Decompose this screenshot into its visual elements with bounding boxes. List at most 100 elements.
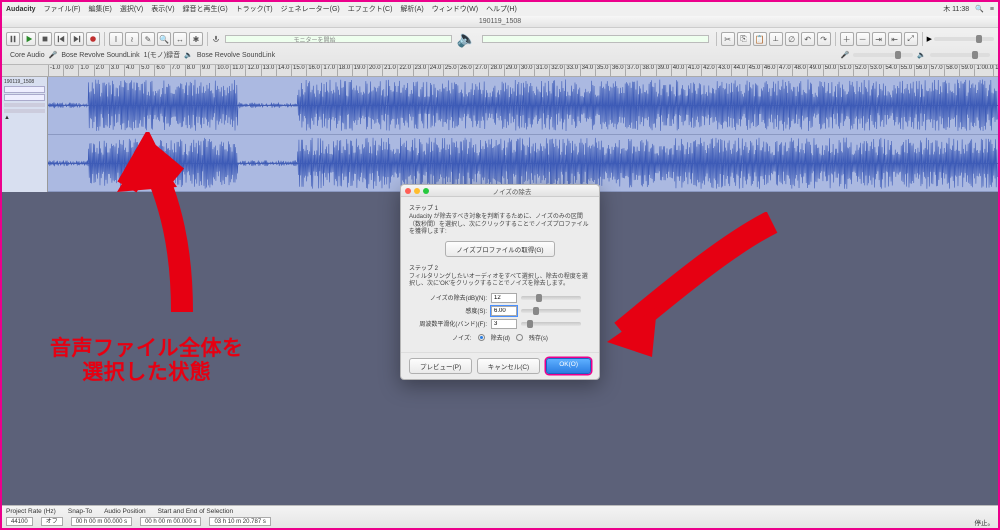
- minimize-icon[interactable]: [414, 188, 420, 194]
- timeline-ruler[interactable]: -1.00.01.02.03.04.05.06.07.08.09.010.011…: [2, 65, 998, 77]
- fit-project-icon[interactable]: ⇤: [888, 32, 902, 46]
- radio-reduce-label: 除去(d): [491, 333, 510, 342]
- audio-position-field[interactable]: 00 h 00 m 00.000 s: [71, 517, 132, 526]
- spotlight-icon[interactable]: 🔍: [975, 5, 984, 13]
- track-control-panel[interactable]: 190119_1508 ▲: [2, 77, 48, 192]
- mic-level-icon: 🎤: [841, 51, 850, 59]
- annotation-arrow-right: [602, 212, 782, 362]
- menu-generate[interactable]: ジェネレーター(G): [281, 4, 340, 14]
- traffic-lights[interactable]: [405, 188, 429, 194]
- transport-state: 停止。: [975, 517, 995, 527]
- close-icon[interactable]: [405, 188, 411, 194]
- collapse-icon[interactable]: ▲: [4, 115, 45, 121]
- copy-icon[interactable]: ⎘: [737, 32, 751, 46]
- record-button[interactable]: [86, 32, 100, 46]
- cancel-button[interactable]: キャンセル(C): [477, 358, 541, 374]
- audio-host-select[interactable]: Core Audio: [10, 52, 45, 59]
- menu-view[interactable]: 表示(V): [151, 4, 174, 14]
- menu-window[interactable]: ウィンドウ(W): [432, 4, 478, 14]
- menu-file[interactable]: ファイル(F): [44, 4, 81, 14]
- play-speed-slider[interactable]: [934, 37, 994, 41]
- smoothing-slider[interactable]: [521, 322, 581, 326]
- zoom-toggle-icon[interactable]: ⤢: [904, 32, 918, 46]
- menubar-clock: 木 11:38: [943, 4, 969, 14]
- waveform-display[interactable]: [48, 77, 998, 192]
- speaker-icon: 🔈: [184, 51, 193, 59]
- sensitivity-slider[interactable]: [521, 309, 581, 313]
- waveform-right: [48, 135, 998, 192]
- separator: [716, 32, 717, 46]
- cut-icon[interactable]: ✂: [721, 32, 735, 46]
- smoothing-input[interactable]: [491, 319, 517, 329]
- window-title: 190119_1508: [479, 18, 521, 25]
- mic-icon: 🎤: [49, 51, 58, 59]
- gain-slider[interactable]: [4, 103, 45, 107]
- skip-start-button[interactable]: [54, 32, 68, 46]
- zoom-tool-icon[interactable]: 🔍: [157, 32, 171, 46]
- zoom-out-icon[interactable]: －: [856, 32, 870, 46]
- trim-icon[interactable]: ⟂: [769, 32, 783, 46]
- pause-button[interactable]: [6, 32, 20, 46]
- noise-reduction-slider[interactable]: [521, 296, 581, 300]
- undo-icon[interactable]: ↶: [801, 32, 815, 46]
- channel-left: [48, 77, 998, 135]
- menu-effect[interactable]: エフェクト(C): [348, 4, 393, 14]
- stop-button[interactable]: [38, 32, 52, 46]
- selection-tool-icon[interactable]: I: [109, 32, 123, 46]
- sensitivity-input[interactable]: [491, 306, 517, 316]
- preview-button[interactable]: プレビュー(P): [409, 358, 472, 374]
- selection-start-field[interactable]: 00 h 00 m 00.000 s: [140, 517, 201, 526]
- play-button[interactable]: [22, 32, 36, 46]
- paste-icon[interactable]: 📋: [753, 32, 767, 46]
- menu-edit[interactable]: 編集(E): [89, 4, 112, 14]
- sensitivity-label: 感度(S):: [409, 306, 487, 315]
- output-volume-slider[interactable]: [930, 53, 990, 57]
- redo-icon[interactable]: ↷: [817, 32, 831, 46]
- zoom-in-icon[interactable]: ＋: [840, 32, 854, 46]
- project-rate-select[interactable]: 44100: [6, 517, 33, 526]
- recording-meter[interactable]: モニターを開始: [225, 35, 452, 43]
- menu-analyze[interactable]: 解析(A): [400, 4, 423, 14]
- fit-selection-icon[interactable]: ⇥: [872, 32, 886, 46]
- mute-button[interactable]: [4, 86, 45, 93]
- solo-button[interactable]: [4, 94, 45, 101]
- radio-residue-label: 残存(s): [529, 333, 548, 342]
- record-channels-select[interactable]: 1(モノ)録音: [144, 50, 181, 60]
- input-volume-slider[interactable]: [853, 53, 913, 57]
- ok-button[interactable]: OK(O): [546, 358, 591, 374]
- radio-reduce[interactable]: [478, 334, 485, 341]
- menu-help[interactable]: ヘルプ(H): [486, 4, 517, 14]
- draw-tool-icon[interactable]: ✎: [141, 32, 155, 46]
- window-titlebar: 190119_1508: [2, 16, 998, 28]
- step1-text: Audacity が除去すべき対象を判断するために、ノイズのみの区間（数秒間）を…: [409, 214, 591, 237]
- snap-to-label: Snap-To: [68, 508, 92, 515]
- menu-transport[interactable]: 録音と再生(G): [183, 4, 228, 14]
- silence-icon[interactable]: ∅: [785, 32, 799, 46]
- output-device-select[interactable]: Bose Revolve SoundLink: [197, 52, 275, 59]
- project-rate-label: Project Rate (Hz): [6, 508, 56, 515]
- menu-extras-icon: ≡: [990, 6, 994, 13]
- input-device-select[interactable]: Bose Revolve SoundLink: [61, 52, 139, 59]
- skip-end-button[interactable]: [70, 32, 84, 46]
- radio-residue[interactable]: [516, 334, 523, 341]
- multi-tool-icon[interactable]: ✱: [189, 32, 203, 46]
- snap-to-select[interactable]: オフ: [41, 517, 63, 526]
- dialog-titlebar[interactable]: ノイズの除去: [401, 185, 599, 197]
- timeshift-tool-icon[interactable]: ↔: [173, 32, 187, 46]
- pan-slider[interactable]: [4, 109, 45, 113]
- dialog-title: ノイズの除去: [429, 186, 595, 196]
- selection-end-field[interactable]: 03 h 10 m 20.787 s: [209, 517, 270, 526]
- get-noise-profile-button[interactable]: ノイズプロファイルの取得(G): [445, 241, 554, 257]
- waveform-left: [48, 77, 998, 134]
- separator: [104, 32, 105, 46]
- separator: [207, 32, 208, 46]
- menu-tracks[interactable]: トラック(T): [236, 4, 273, 14]
- audio-position-label: Audio Position: [104, 508, 146, 515]
- menu-select[interactable]: 選択(V): [120, 4, 143, 14]
- noise-reduction-input[interactable]: [491, 293, 517, 303]
- envelope-tool-icon[interactable]: ≀: [125, 32, 139, 46]
- track-name[interactable]: 190119_1508: [4, 79, 45, 85]
- playback-meter[interactable]: [482, 35, 709, 43]
- step1-label: ステップ 1: [409, 203, 591, 212]
- separator: [835, 32, 836, 46]
